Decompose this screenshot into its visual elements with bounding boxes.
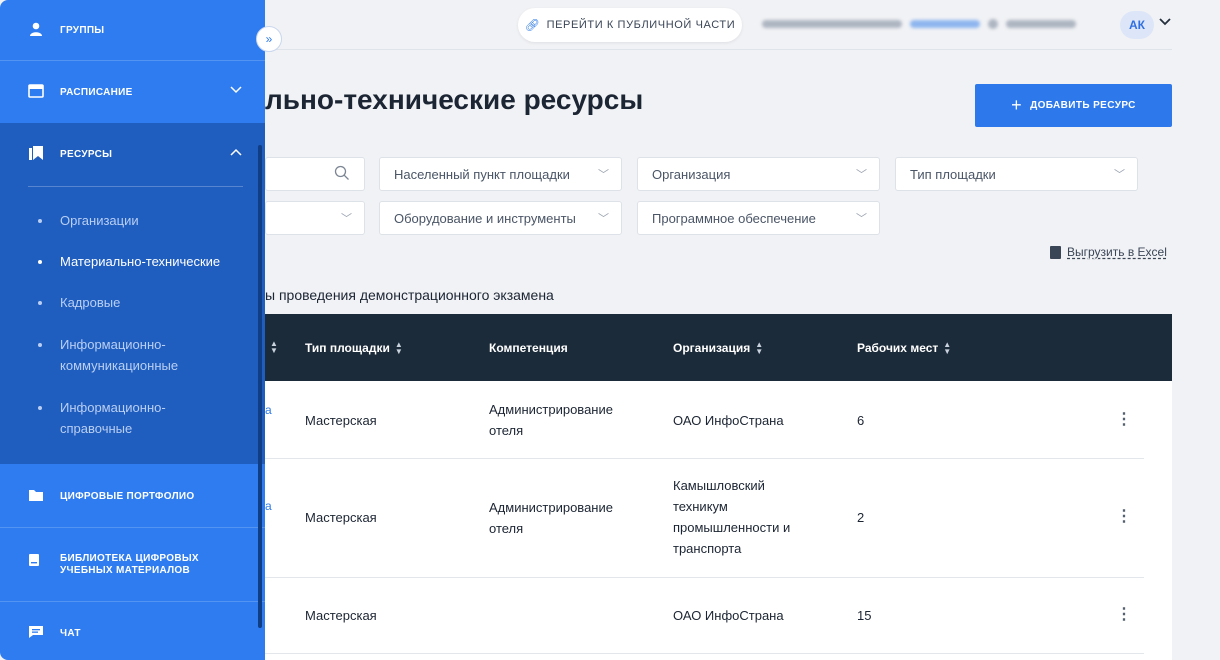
column-work-places[interactable]: Рабочих мест ▲ ▼	[857, 340, 952, 356]
sidebar-item-label: БИБЛИОТЕКА ЦИФРОВЫХ УЧЕБНЫХ МАТЕРИАЛОВ	[60, 553, 199, 576]
sidebar-item-chat[interactable]: ЧАТ	[0, 621, 265, 645]
chevron-down-icon: ﹀	[598, 169, 609, 181]
row-link-fragment[interactable]: а	[265, 499, 272, 513]
sort-icon: ▲ ▼	[394, 340, 403, 356]
table-row[interactable]: Мастерская ОАО ИнфоСтрана 15 ⋮	[265, 578, 1144, 654]
sidebar-scrollbar[interactable]	[258, 145, 262, 628]
app-window: 🔗︎ ПЕРЕЙТИ К ПУБЛИЧНОЙ ЧАСТИ АК льно-тех…	[0, 0, 1220, 660]
section-subheading: ы проведения демонстрационного экзамена	[265, 287, 554, 303]
cell-work-places: 15	[857, 608, 872, 623]
page-title: льно-технические ресурсы	[265, 84, 644, 115]
site-type-filter[interactable]: Тип площадки ﹀	[895, 157, 1138, 191]
software-filter-label: Программное обеспечение	[652, 210, 816, 226]
row-link-fragment[interactable]: а	[265, 403, 272, 417]
export-excel-label: Выгрузить в Excel	[1067, 245, 1167, 259]
settlement-filter[interactable]: Населенный пункт площадки ﹀	[379, 157, 622, 191]
sidebar-item-label: ЧАТ	[60, 628, 81, 639]
table-body: а Мастерская Администрирование отеля ОАО…	[265, 381, 1172, 660]
sidebar-item-schedule[interactable]: РАСПИСАНИЕ	[0, 80, 265, 104]
bullet	[38, 260, 42, 264]
table-header: ▲ ▼ Тип площадки ▲ ▼ Компетенция Организац…	[265, 314, 1172, 381]
organization-filter-label: Организация	[652, 166, 731, 182]
sidebar-item-label: ЦИФРОВЫЕ ПОРТФОЛИО	[60, 491, 195, 502]
chevron-down-icon: ﹀	[598, 213, 609, 225]
search-input[interactable]	[265, 157, 365, 191]
more-options-icon[interactable]: ⋮	[1116, 409, 1132, 429]
avatar[interactable]: АК	[1120, 11, 1154, 39]
calendar-icon	[28, 84, 44, 98]
software-filter[interactable]: Программное обеспечение ﹀	[637, 201, 880, 235]
cell-competence: Администрирование отеля	[489, 402, 613, 438]
cell-site-type: Мастерская	[305, 510, 377, 525]
chevron-down-icon: ﹀	[1114, 169, 1125, 181]
cell-work-places: 6	[857, 413, 865, 428]
sidebar-item-portfolio[interactable]: ЦИФРОВЫЕ ПОРТФОЛИО	[0, 484, 265, 508]
sort-icon[interactable]: ▲ ▼	[270, 340, 278, 355]
link-icon: 🔗︎	[524, 18, 541, 32]
cell-organization: ОАО ИнфоСтрана	[673, 608, 784, 623]
chevron-down-icon: ﹀	[856, 213, 867, 225]
export-excel-link[interactable]: Выгрузить в Excel	[1050, 245, 1167, 259]
column-site-type[interactable]: Тип площадки ▲ ▼	[305, 340, 403, 356]
chevron-down-icon[interactable]	[1158, 14, 1174, 34]
organization-filter[interactable]: Организация ﹀	[637, 157, 880, 191]
support-contacts-blurred	[762, 17, 1102, 31]
excel-file-icon	[1050, 245, 1061, 259]
chevron-down-icon	[229, 84, 243, 99]
competence-filter[interactable]: ﹀	[265, 201, 365, 235]
bullet	[38, 406, 42, 410]
sidebar-item-label: РАСПИСАНИЕ	[60, 87, 133, 98]
chevron-up-icon	[229, 146, 243, 161]
search-icon	[334, 165, 349, 180]
sort-icon: ▲ ▼	[943, 340, 952, 356]
bullet	[38, 219, 42, 223]
table-row[interactable]: а Мастерская Администрирование отеля ОАО…	[265, 381, 1144, 459]
sidebar-item-label: ГРУППЫ	[60, 25, 105, 36]
add-resource-label: ДОБАВИТЬ РЕСУРС	[1030, 100, 1136, 111]
chevron-down-icon: ﹀	[341, 213, 352, 225]
table-row[interactable]: а Мастерская Администрирование отеля Кам…	[265, 459, 1144, 578]
cell-work-places: 2	[857, 510, 865, 525]
divider	[28, 186, 243, 187]
sort-icon: ▲ ▼	[755, 340, 764, 356]
sidebar-item-resources[interactable]: РЕСУРСЫ	[0, 142, 265, 166]
cell-competence: Администрирование отеля	[489, 500, 613, 536]
chat-icon	[29, 626, 43, 638]
site-type-filter-label: Тип площадки	[910, 166, 996, 182]
equipment-filter[interactable]: Оборудование и инструменты ﹀	[379, 201, 622, 235]
collapse-sidebar-button[interactable]: »	[256, 26, 282, 52]
divider	[0, 527, 265, 528]
bullet	[38, 343, 42, 347]
divider	[0, 60, 265, 61]
book-icon	[29, 554, 39, 566]
more-options-icon[interactable]: ⋮	[1116, 506, 1132, 526]
bookmark-icon	[29, 146, 43, 160]
equipment-filter-label: Оборудование и инструменты	[394, 210, 576, 226]
column-organization[interactable]: Организация ▲ ▼	[673, 340, 764, 356]
bullet	[38, 301, 42, 305]
cell-site-type: Мастерская	[305, 608, 377, 623]
cell-organization: Камышловский техникум промышленности и т…	[673, 478, 791, 556]
double-chevron-right-icon: »	[265, 32, 273, 46]
add-resource-button[interactable]: + ДОБАВИТЬ РЕСУРС	[975, 84, 1172, 127]
folder-icon	[29, 490, 43, 501]
plus-icon: +	[1011, 95, 1023, 115]
column-competence: Компетенция	[489, 341, 568, 355]
public-part-button[interactable]: 🔗︎ ПЕРЕЙТИ К ПУБЛИЧНОЙ ЧАСТИ	[518, 8, 742, 42]
sidebar-item-library[interactable]: БИБЛИОТЕКА ЦИФРОВЫХ УЧЕБНЫХ МАТЕРИАЛОВ	[0, 550, 265, 580]
sidebar-item-groups[interactable]: ГРУППЫ	[0, 18, 265, 42]
chevron-down-icon: ﹀	[856, 169, 867, 181]
cell-organization: ОАО ИнфоСтрана	[673, 413, 784, 428]
more-options-icon[interactable]: ⋮	[1116, 604, 1132, 624]
settlement-filter-label: Населенный пункт площадки	[394, 166, 570, 182]
sidebar-item-label: РЕСУРСЫ	[60, 149, 113, 160]
cell-site-type: Мастерская	[305, 413, 377, 428]
sidebar: ГРУППЫ РАСПИСАНИЕ РЕСУРСЫ Организации Ма…	[0, 0, 265, 660]
divider	[0, 601, 265, 602]
user-icon	[30, 22, 42, 36]
public-part-label: ПЕРЕЙТИ К ПУБЛИЧНОЙ ЧАСТИ	[546, 19, 736, 31]
